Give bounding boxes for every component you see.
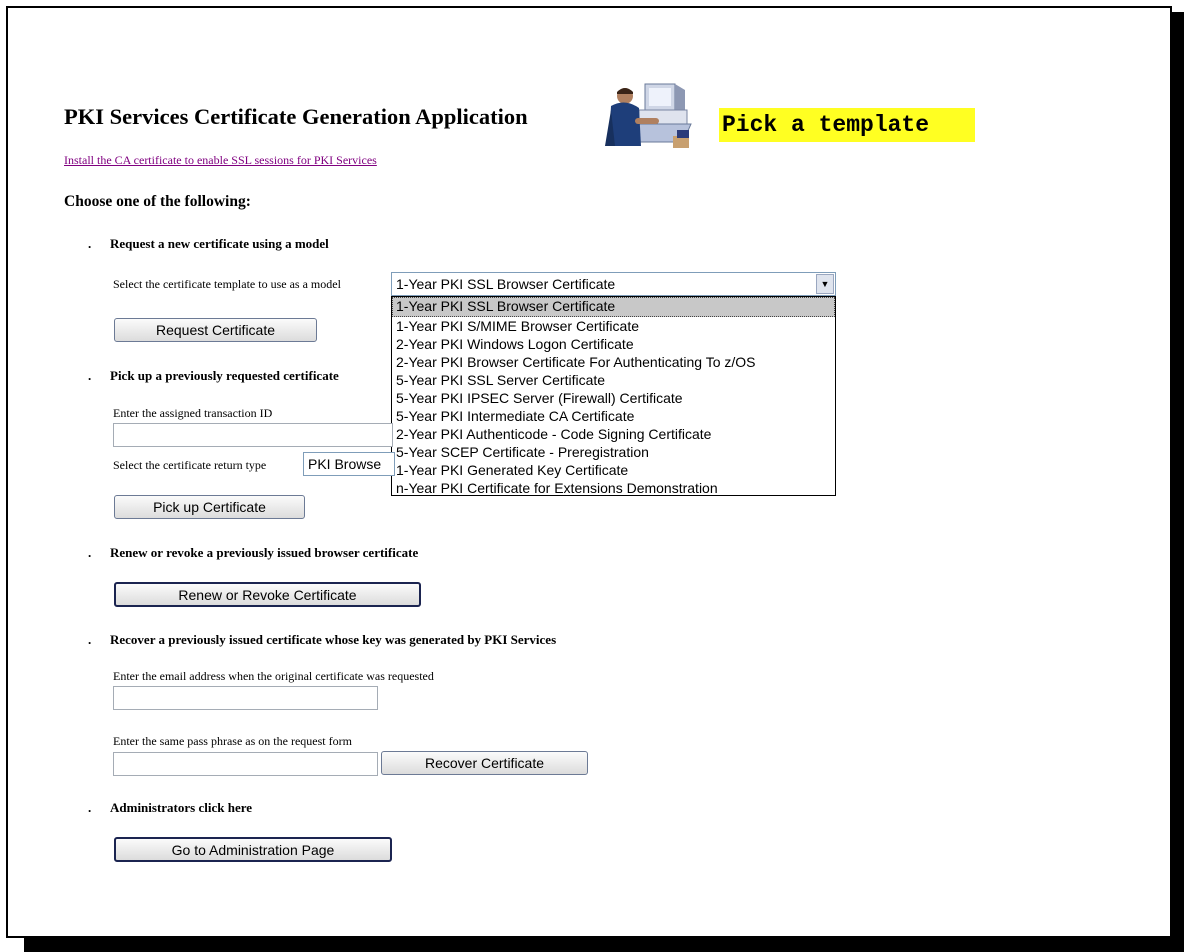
bullet: . <box>88 800 92 815</box>
email-input[interactable] <box>113 686 378 710</box>
template-option[interactable]: 1-Year PKI SSL Browser Certificate <box>392 297 835 317</box>
return-type-select[interactable]: PKI Browse <box>303 452 395 476</box>
chevron-down-icon[interactable]: ▼ <box>816 274 834 294</box>
template-option[interactable]: 5-Year PKI IPSEC Server (Firewall) Certi… <box>392 389 835 407</box>
bullet: . <box>88 368 92 383</box>
recover-heading: . Recover a previously issued certificate… <box>88 632 556 648</box>
choose-heading: Choose one of the following: <box>64 193 251 210</box>
pickup-heading-text: Pick up a previously requested certifica… <box>110 368 339 383</box>
renew-heading-text: Renew or revoke a previously issued brow… <box>110 545 419 560</box>
template-option[interactable]: n-Year PKI Certificate for Extensions De… <box>392 479 835 495</box>
admin-heading-text: Administrators click here <box>110 800 253 815</box>
email-label: Enter the email address when the origina… <box>113 669 434 683</box>
return-type-label: Select the certificate return type <box>113 458 267 472</box>
person-at-computer-icon <box>605 83 692 148</box>
request-certificate-button[interactable]: Request Certificate <box>114 318 317 342</box>
template-option[interactable]: 2-Year PKI Browser Certificate For Authe… <box>392 353 835 371</box>
transaction-id-input[interactable] <box>113 423 393 447</box>
template-option[interactable]: 5-Year PKI Intermediate CA Certificate <box>392 407 835 425</box>
template-option[interactable]: 1-Year PKI S/MIME Browser Certificate <box>392 317 835 335</box>
bullet: . <box>88 545 92 560</box>
pass-phrase-label: Enter the same pass phrase as on the req… <box>113 734 352 748</box>
go-to-admin-page-button[interactable]: Go to Administration Page <box>114 837 392 862</box>
transaction-id-label: Enter the assigned transaction ID <box>113 406 273 420</box>
template-option[interactable]: 1-Year PKI Generated Key Certificate <box>392 461 835 479</box>
template-option[interactable]: 2-Year PKI Windows Logon Certificate <box>392 335 835 353</box>
request-heading: . Request a new certificate using a model <box>88 236 329 252</box>
template-option[interactable]: 2-Year PKI Authenticode - Code Signing C… <box>392 425 835 443</box>
bullet: . <box>88 236 92 251</box>
recover-heading-text: Recover a previously issued certificate … <box>110 632 557 647</box>
admin-heading: . Administrators click here <box>88 800 252 816</box>
template-select-label: Select the certificate template to use a… <box>113 277 341 291</box>
install-ca-certificate-link[interactable]: Install the CA certificate to enable SSL… <box>64 153 377 168</box>
template-option[interactable]: 5-Year SCEP Certificate - Preregistratio… <box>392 443 835 461</box>
request-heading-text: Request a new certificate using a model <box>110 236 329 251</box>
renew-heading: . Renew or revoke a previously issued bro… <box>88 545 418 561</box>
pick-up-certificate-button[interactable]: Pick up Certificate <box>114 495 305 519</box>
page-title: PKI Services Certificate Generation Appl… <box>64 104 528 129</box>
pickup-heading: . Pick up a previously requested certific… <box>88 368 339 384</box>
recover-certificate-button[interactable]: Recover Certificate <box>381 751 588 775</box>
template-select-value: 1-Year PKI SSL Browser Certificate <box>396 276 616 292</box>
template-select[interactable]: 1-Year PKI SSL Browser Certificate ▼ <box>391 272 836 296</box>
bullet: . <box>88 632 92 647</box>
template-dropdown-list[interactable]: 1-Year PKI SSL Browser Certificate 1-Yea… <box>391 296 836 496</box>
pick-template-banner: Pick a template <box>719 108 975 142</box>
template-option[interactable]: 5-Year PKI SSL Server Certificate <box>392 371 835 389</box>
renew-revoke-certificate-button[interactable]: Renew or Revoke Certificate <box>114 582 421 607</box>
pass-phrase-input[interactable] <box>113 752 378 776</box>
